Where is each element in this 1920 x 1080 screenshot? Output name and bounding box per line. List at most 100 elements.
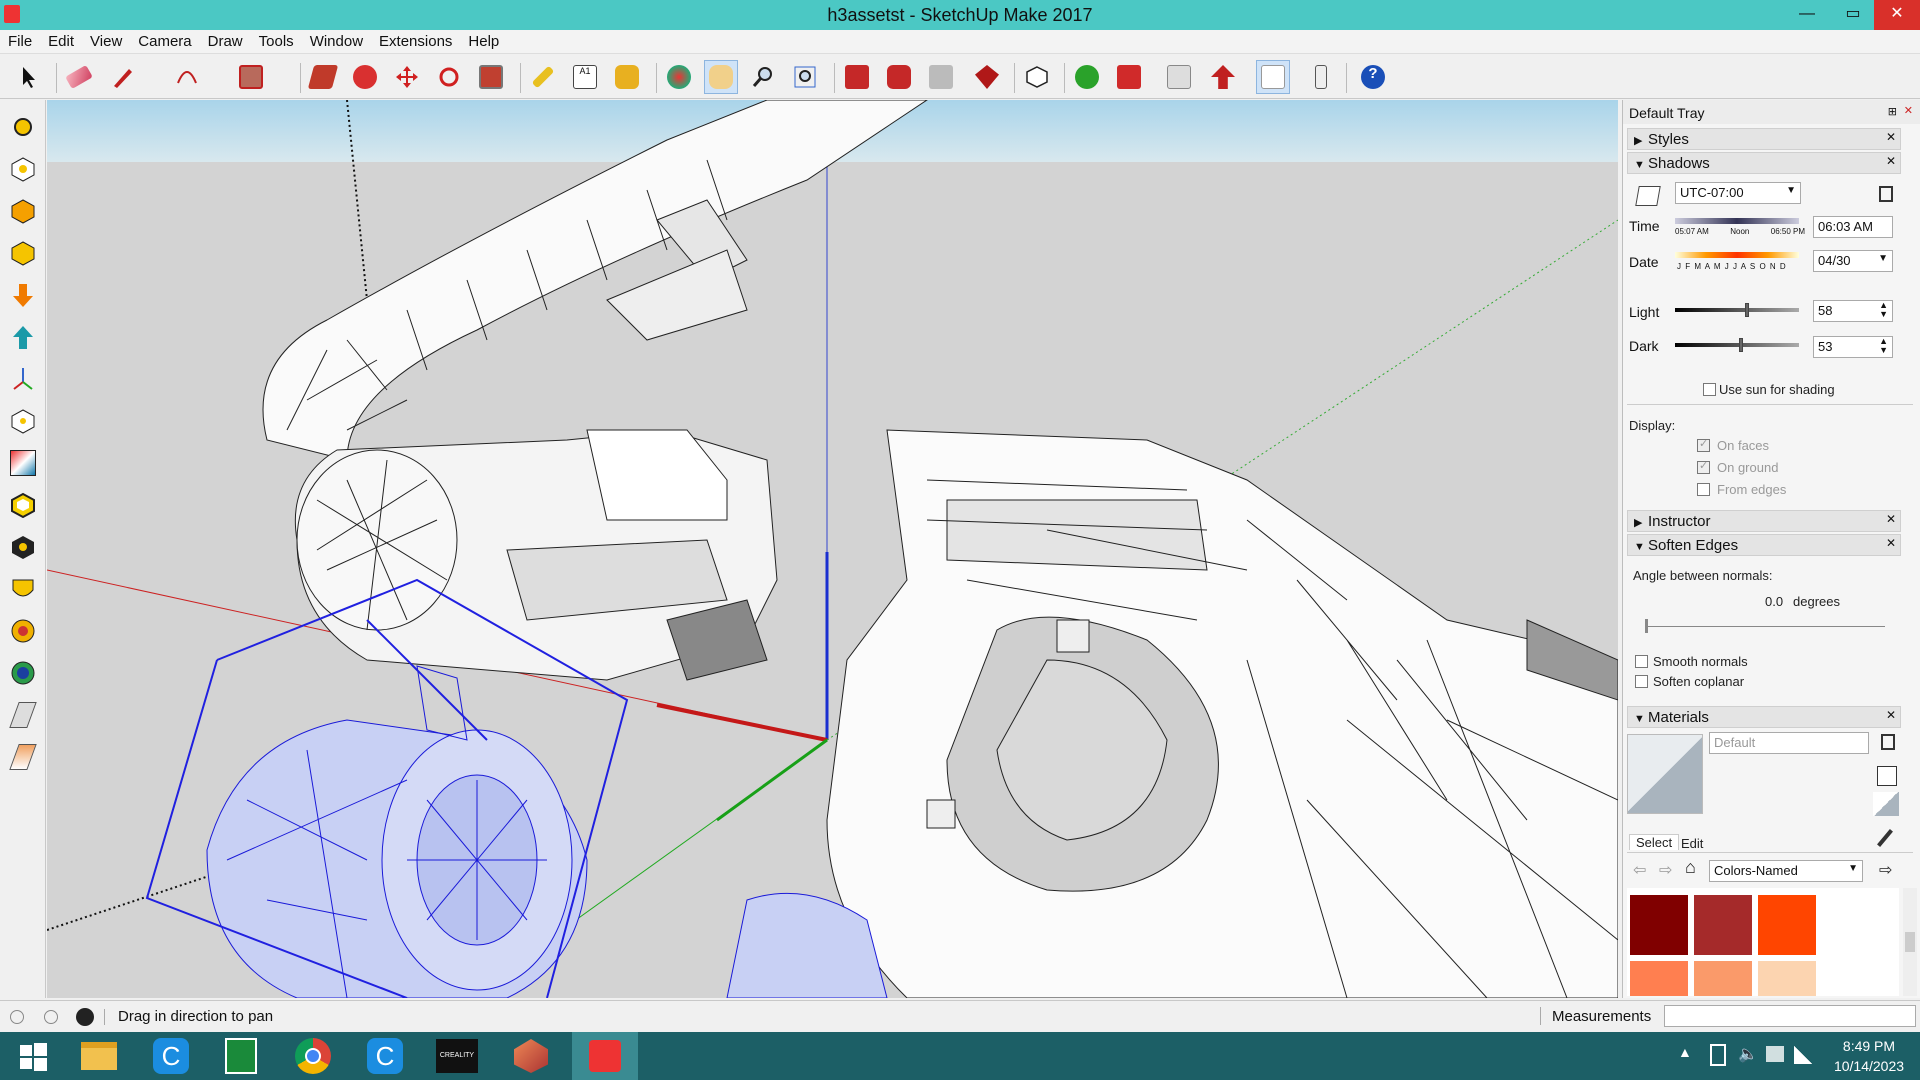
clock-time[interactable]: 8:49 PM <box>1824 1038 1914 1054</box>
toggle-terrain-icon[interactable] <box>1112 60 1146 94</box>
swatch-2[interactable] <box>1757 894 1817 956</box>
back-icon[interactable]: ⇦ <box>1633 860 1646 880</box>
xray-icon[interactable] <box>1256 60 1290 94</box>
close-icon[interactable]: ✕ <box>1886 536 1896 550</box>
menu-edit[interactable]: Edit <box>40 30 82 50</box>
calculator-icon[interactable] <box>208 1032 274 1080</box>
hex-dark-icon[interactable] <box>6 530 40 564</box>
date-slider[interactable] <box>1675 252 1799 258</box>
forward-icon[interactable]: ⇨ <box>1659 860 1672 880</box>
section-styles[interactable]: ▶ Styles ✕ <box>1627 128 1901 150</box>
hex-icon[interactable] <box>6 236 40 270</box>
components-icon[interactable] <box>1020 60 1054 94</box>
timezone-select[interactable]: UTC-07:00 ▼ <box>1675 182 1801 204</box>
swatch-1[interactable] <box>1693 894 1753 956</box>
credits-icon[interactable] <box>44 1010 58 1024</box>
light-slider[interactable] <box>1675 308 1799 312</box>
zoom-extents-icon[interactable] <box>788 60 822 94</box>
close-button[interactable]: ✕ <box>1874 0 1920 30</box>
hex-outline-icon[interactable] <box>6 488 40 522</box>
toggle-shadows-icon[interactable] <box>1635 186 1661 206</box>
material-name-field[interactable]: Default <box>1709 732 1869 754</box>
eraser-soft-icon[interactable] <box>6 698 40 732</box>
gradient-icon[interactable] <box>6 446 40 480</box>
close-icon[interactable]: ✕ <box>1886 130 1896 144</box>
photo-texture-icon[interactable] <box>1162 60 1196 94</box>
menu-view[interactable]: View <box>82 30 130 50</box>
swatch-3[interactable] <box>1629 960 1689 996</box>
axes-icon[interactable] <box>6 362 40 396</box>
on-faces-checkbox[interactable] <box>1697 437 1710 452</box>
sun-icon[interactable] <box>6 110 40 144</box>
use-sun-checkbox[interactable] <box>1703 383 1716 396</box>
geolocation-icon[interactable] <box>10 1010 24 1024</box>
menu-tools[interactable]: Tools <box>251 30 302 50</box>
layout-icon[interactable] <box>924 60 958 94</box>
start-icon[interactable] <box>0 1032 66 1080</box>
file-explorer-icon[interactable] <box>66 1032 132 1080</box>
swatch-scrollbar[interactable] <box>1903 888 1917 996</box>
drawing-viewport[interactable] <box>47 100 1618 998</box>
cura-icon[interactable]: C <box>138 1032 204 1080</box>
light-field[interactable]: 58 ▲ ▼ <box>1813 300 1893 322</box>
shield-icon[interactable] <box>6 572 40 606</box>
menu-file[interactable]: File <box>0 30 40 50</box>
date-field[interactable]: 04/30 ▼ <box>1813 250 1893 272</box>
pin-icon[interactable]: ⊞ <box>1888 105 1897 118</box>
menu-draw[interactable]: Draw <box>200 30 251 50</box>
home-icon[interactable]: ⌂ <box>1685 857 1696 878</box>
eraser-icon[interactable] <box>62 60 96 94</box>
tray-close-icon[interactable]: ✕ <box>1904 104 1913 117</box>
section-instructor[interactable]: ▶ Instructor ✕ <box>1627 510 1901 532</box>
close-icon[interactable]: ✕ <box>1886 708 1896 722</box>
create-material-icon[interactable] <box>1877 766 1897 786</box>
section-icon[interactable] <box>1304 60 1338 94</box>
circle-icon[interactable] <box>6 404 40 438</box>
eraser-hard-icon[interactable] <box>6 740 40 774</box>
tab-edit[interactable]: Edit <box>1681 836 1703 851</box>
select-icon[interactable] <box>12 60 46 94</box>
close-icon[interactable]: ✕ <box>1886 512 1896 526</box>
menu-window[interactable]: Window <box>302 30 371 50</box>
arrow-down-icon[interactable] <box>6 278 40 312</box>
menu-help[interactable]: Help <box>460 30 507 50</box>
pencil-icon[interactable] <box>106 60 140 94</box>
details-toggle-icon[interactable] <box>1881 734 1895 750</box>
pan-icon[interactable] <box>704 60 738 94</box>
orbit-icon[interactable] <box>662 60 696 94</box>
extension-warehouse-icon[interactable] <box>882 60 916 94</box>
volume-icon[interactable]: 🔈 <box>1738 1044 1758 1064</box>
zoom-icon[interactable] <box>746 60 780 94</box>
clock-date[interactable]: 10/14/2023 <box>1824 1058 1914 1074</box>
light-slider-thumb[interactable] <box>1744 303 1749 317</box>
from-edges-checkbox[interactable] <box>1697 483 1710 496</box>
shadow-icon[interactable] <box>6 152 40 186</box>
library-select[interactable]: Colors-Named ▼ <box>1709 860 1863 882</box>
smooth-normals-checkbox[interactable] <box>1635 655 1648 668</box>
creality-icon[interactable]: CREALITY <box>424 1032 490 1080</box>
details-arrow-icon[interactable]: ⇨ <box>1879 860 1892 880</box>
model-view[interactable] <box>47 100 1618 998</box>
details-toggle-icon[interactable] <box>1879 186 1893 202</box>
model-mid-body[interactable] <box>294 429 778 681</box>
light-icon[interactable] <box>6 194 40 228</box>
time-field[interactable]: 06:03 AM <box>1813 216 1893 238</box>
on-ground-checkbox[interactable] <box>1697 459 1710 474</box>
rotate-icon[interactable] <box>432 60 466 94</box>
3d-print-icon[interactable] <box>498 1032 564 1080</box>
dark-slider[interactable] <box>1675 343 1799 347</box>
sketchup-icon[interactable] <box>572 1032 638 1080</box>
time-slider[interactable] <box>1675 218 1799 224</box>
action-center-icon[interactable] <box>1766 1046 1784 1062</box>
section-materials[interactable]: ▼ Materials ✕ <box>1627 706 1901 728</box>
share-model-icon[interactable] <box>1206 60 1240 94</box>
menu-extensions[interactable]: Extensions <box>371 30 460 50</box>
tape-measure-icon[interactable] <box>526 60 560 94</box>
soften-coplanar-checkbox[interactable] <box>1635 675 1648 688</box>
extension-manager-icon[interactable] <box>970 60 1004 94</box>
3d-warehouse-icon[interactable] <box>840 60 874 94</box>
arrow-up-icon[interactable] <box>6 320 40 354</box>
minimize-button[interactable]: — <box>1784 0 1830 30</box>
rectangle-icon[interactable] <box>234 60 268 94</box>
close-icon[interactable]: ✕ <box>1886 154 1896 168</box>
